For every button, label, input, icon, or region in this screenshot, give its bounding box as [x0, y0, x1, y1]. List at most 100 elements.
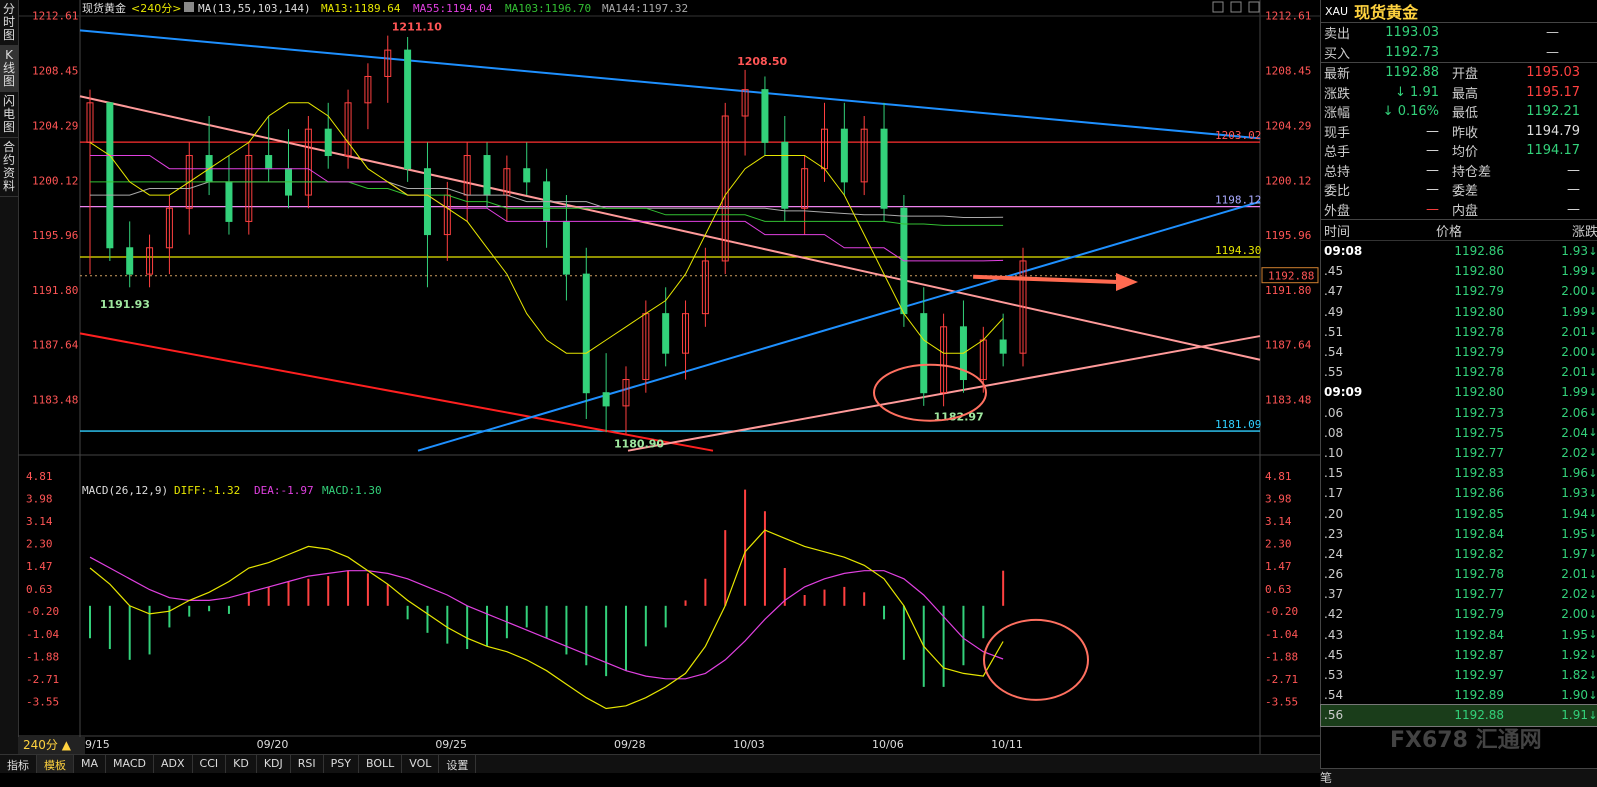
tick-price: 1192.88 — [1454, 708, 1504, 723]
price-tick-right: 1187.64 — [1265, 339, 1312, 352]
high-label-1211: 1211.10 — [392, 21, 442, 34]
macd-diff: DIFF:-1.32 — [174, 484, 240, 497]
tick-row: .42 1192.79 2.00 ↓ — [1321, 604, 1597, 624]
quote-value: — — [1567, 162, 1580, 178]
down-arrow-icon: ↓ — [1588, 365, 1597, 379]
tick-change: 1.90 — [1561, 688, 1588, 703]
macd-tick-left: 3.14 — [26, 515, 53, 528]
macd-value: MACD:1.30 — [322, 484, 382, 497]
quote-value: — — [1567, 182, 1580, 198]
down-arrow-icon: ↓ — [1588, 607, 1597, 621]
quote-panel: XAU 现货黄金 卖出 1193.03 — 买入 1192.73 — 最新 1192.88 开… — [1320, 0, 1597, 786]
quote-label: 现手 — [1324, 125, 1351, 141]
macd-tick-left: 2.30 — [26, 538, 53, 551]
macd-panel — [89, 489, 1005, 710]
tick-row: .08 1192.75 2.04 ↓ — [1321, 423, 1597, 443]
macd-label: MACD(26,12,9) — [82, 484, 168, 497]
tab-contract-info[interactable]: 合约资料 — [0, 138, 18, 197]
indicator-tab[interactable]: MA — [74, 755, 107, 773]
indicator-tab[interactable]: CCI — [193, 755, 227, 773]
tick-change: 2.02 — [1561, 445, 1588, 460]
tick-row: .26 1192.78 2.01 ↓ — [1321, 564, 1597, 584]
price-tick-right: 1204.29 — [1265, 119, 1311, 132]
quote-row: 委比 — 委差 — — [1321, 180, 1597, 200]
tick-row: .06 1192.73 2.06 ↓ — [1321, 403, 1597, 423]
tick-time: .45 — [1324, 264, 1344, 279]
ma-settings-icon[interactable] — [184, 2, 194, 12]
candle-body — [225, 181, 233, 222]
tab-flash-chart[interactable]: 闪电图 — [0, 92, 18, 138]
quote-row: 现手 — 昨收 1194.79 — [1321, 122, 1597, 142]
tick-price: 1192.78 — [1454, 365, 1504, 380]
indicator-tab[interactable]: 指标 — [0, 755, 37, 773]
down-arrow-icon: ↓ — [1588, 668, 1597, 682]
bid-ask-row: 买入 1192.73 — — [1321, 43, 1597, 63]
tick-time: .06 — [1324, 405, 1344, 420]
indicator-tab[interactable]: KD — [226, 755, 257, 773]
level-label-1181: 1181.09 — [1215, 418, 1261, 431]
level-label-1194: 1194.30 — [1215, 244, 1261, 257]
quote-code: XAU — [1325, 4, 1349, 18]
indicator-tab[interactable]: 设置 — [439, 755, 477, 773]
quote-label: 均价 — [1452, 145, 1479, 161]
tick-row: 09:08 1192.86 1.93 ↓ — [1321, 241, 1597, 261]
minimize-icon — [1212, 1, 1224, 13]
macd-tick-left: -1.04 — [26, 628, 59, 641]
period-selector[interactable]: 240分 ▲ — [18, 737, 85, 754]
ma144-value: MA144:1197.32 — [602, 2, 688, 15]
restore-icon — [1230, 1, 1242, 13]
down-arrow-icon: ↓ — [1588, 628, 1597, 642]
quote-label: 最高 — [1452, 86, 1479, 102]
price-chart[interactable]: 1212.61 1212.61 1208.45 1208.45 1204.29 1204.… — [18, 0, 1320, 754]
indicator-tab[interactable]: MACD — [106, 755, 154, 773]
low-label-1180: 1180.90 — [614, 438, 664, 451]
bid-ask: 卖出 1193.03 — 买入 1192.73 — — [1321, 23, 1597, 62]
bid-ask-row: 卖出 1193.03 — — [1321, 23, 1597, 43]
tick-price: 1192.85 — [1454, 506, 1504, 521]
down-arrow-icon: ↓ — [1588, 486, 1597, 500]
candle-body — [404, 49, 412, 170]
tick-change: 2.04 — [1561, 425, 1588, 440]
tick-change: 2.01 — [1561, 365, 1588, 380]
down-arrow-icon: ↓ — [1588, 325, 1597, 339]
candle-body — [582, 273, 590, 394]
candle-body — [324, 128, 332, 157]
tick-row: .45 1192.87 1.92 ↓ — [1321, 645, 1597, 665]
quote-row: 外盘 — 内盘 — — [1321, 200, 1597, 220]
indicator-tab[interactable]: KDJ — [257, 755, 291, 773]
high-label-1208: 1208.50 — [737, 55, 787, 68]
tick-row: .47 1192.79 2.00 ↓ — [1321, 281, 1597, 301]
tab-kline-chart[interactable]: K线图 — [0, 46, 18, 92]
tick-price: 1192.80 — [1454, 264, 1504, 279]
date-tick: 10/03 — [733, 738, 765, 751]
tick-price: 1192.84 — [1454, 526, 1504, 541]
tick-row: 09:09 1192.80 1.99 ↓ — [1321, 382, 1597, 402]
tick-price: 1192.75 — [1454, 425, 1504, 440]
tick-row: .54 1192.79 2.00 ↓ — [1321, 342, 1597, 362]
quote-value: 1195.03 — [1526, 65, 1580, 81]
quote-value: — — [1426, 201, 1439, 217]
tick-change: 1.99 — [1561, 304, 1588, 319]
tick-row: .17 1192.86 1.93 ↓ — [1321, 483, 1597, 503]
indicator-tab[interactable]: BOLL — [359, 755, 403, 773]
indicator-tab[interactable]: VOL — [402, 755, 440, 773]
indicator-tab[interactable]: PSY — [324, 755, 359, 773]
macd-tick-right: -3.55 — [1265, 696, 1298, 709]
quote-dash: — — [1546, 25, 1559, 41]
macd-tick-right: -1.04 — [1265, 628, 1298, 641]
indicator-tab[interactable]: ADX — [154, 755, 193, 773]
candle-body — [602, 392, 610, 407]
tick-price: 1192.86 — [1454, 486, 1504, 501]
indicator-tab[interactable]: RSI — [291, 755, 324, 773]
tab-time-chart[interactable]: 分时图 — [0, 0, 18, 46]
level-label-1203: 1203.02 — [1215, 129, 1261, 142]
descending-resistance-line — [79, 29, 1261, 140]
ma103-value: MA103:1196.70 — [505, 2, 591, 15]
tick-price: 1192.73 — [1454, 405, 1504, 420]
quote-footer-label: 笔 — [1320, 771, 1333, 785]
quote-label: 委比 — [1324, 184, 1351, 200]
tick-row: .23 1192.84 1.95 ↓ — [1321, 524, 1597, 544]
indicator-tab[interactable]: 模板 — [37, 755, 74, 773]
price-tick-left: 1191.80 — [32, 284, 78, 297]
horizontal-levels — [80, 141, 1260, 432]
